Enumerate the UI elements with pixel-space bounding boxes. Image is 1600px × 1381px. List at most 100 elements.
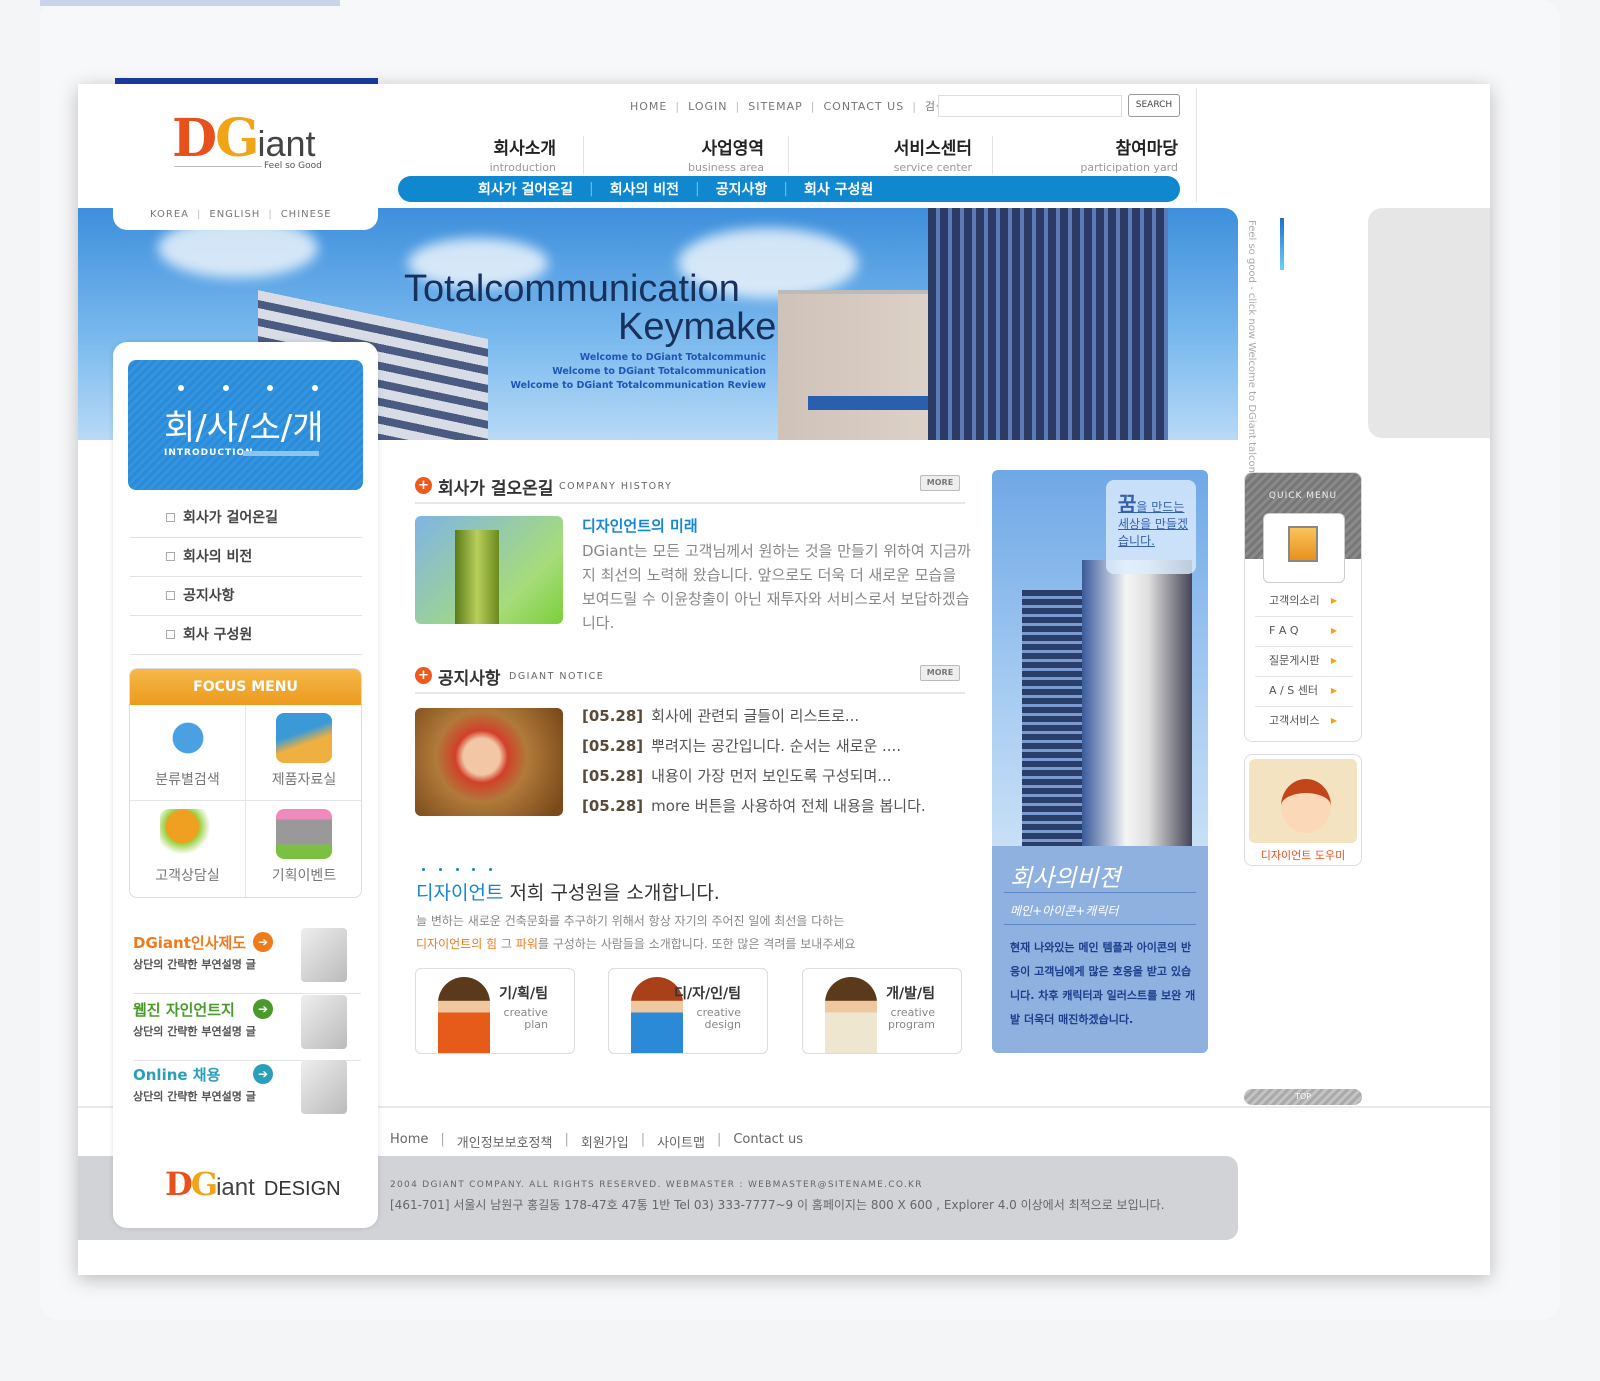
lang-korea[interactable]: KOREA bbox=[150, 209, 189, 220]
building-image bbox=[1022, 590, 1082, 850]
gnb-divider bbox=[788, 136, 789, 174]
title-dots bbox=[178, 385, 318, 391]
util-sitemap[interactable]: SITEMAP bbox=[748, 100, 803, 113]
subnav-members[interactable]: 회사 구성원 bbox=[804, 179, 873, 199]
focus-item-search[interactable]: 분류별검색 bbox=[130, 705, 246, 801]
triangle-right-icon: ▶ bbox=[1330, 656, 1337, 665]
subtitle-bar bbox=[243, 451, 319, 456]
footer-sitemap[interactable]: 사이트맵 bbox=[657, 1132, 705, 1151]
side-panel-stub bbox=[1368, 208, 1490, 438]
plus-icon: + bbox=[415, 477, 432, 494]
helper-button[interactable]: 디자이언트 도우미 bbox=[1244, 754, 1362, 866]
util-home[interactable]: HOME bbox=[630, 100, 667, 113]
bullet-icon bbox=[166, 591, 175, 600]
hero-welcome-2: Welcome to DGiant Totalcommunication bbox=[552, 366, 766, 377]
subnav-history[interactable]: 회사가 걸어온길 bbox=[478, 179, 573, 199]
footer-contact[interactable]: Contact us bbox=[733, 1132, 803, 1151]
vision-title: 회사의비젼 bbox=[1010, 864, 1121, 892]
search-button[interactable]: SEARCH bbox=[1128, 94, 1180, 117]
utility-nav: HOME | LOGIN | SITEMAP | CONTACT US | 검색 bbox=[630, 99, 948, 114]
background-bar bbox=[40, 0, 340, 6]
focus-item-consult[interactable]: 고객상담실 bbox=[130, 801, 246, 897]
sidebar-item-notice[interactable]: 공지사항 bbox=[130, 577, 362, 616]
lamp-icon bbox=[159, 809, 216, 859]
sidebar-title-box: 회/사/소/개 INTRODUCTION bbox=[128, 360, 363, 490]
triangle-right-icon: ▶ bbox=[1330, 716, 1337, 725]
triangle-right-icon: ▶ bbox=[1330, 626, 1337, 635]
footer-home[interactable]: Home bbox=[390, 1132, 428, 1151]
gnb-introduction[interactable]: 회사소개 introduction bbox=[376, 134, 556, 174]
gnb-business-area[interactable]: 사업영역 business area bbox=[584, 134, 764, 174]
subnav-vision[interactable]: 회사의 비전 bbox=[610, 179, 679, 199]
notice-image bbox=[415, 708, 563, 816]
search-input[interactable] bbox=[938, 95, 1122, 117]
computer-icon bbox=[301, 928, 347, 982]
quick-item-service[interactable]: 고객서비스 ▶ bbox=[1255, 707, 1353, 737]
vision-panel[interactable]: 꿈을 만드는 세상을 만들겠습니다. 회사의비젼 메인+아이콘+캐릭터 현재 나… bbox=[992, 470, 1208, 1053]
triangle-right-icon: ▶ bbox=[1330, 686, 1337, 695]
notice-more-button[interactable]: MORE bbox=[920, 665, 960, 681]
building-window bbox=[808, 396, 928, 410]
sidebar-item-vision[interactable]: 회사의 비전 bbox=[130, 538, 362, 577]
quick-item-voice[interactable]: 고객의소리 ▶ bbox=[1255, 587, 1353, 617]
sidebar-item-history[interactable]: 회사가 걸어온길 bbox=[130, 499, 362, 538]
footer-join[interactable]: 회원가입 bbox=[581, 1132, 629, 1151]
notice-item[interactable]: [05.28] 내용이 가장 먼저 보인도록 구성되며... bbox=[582, 765, 892, 786]
plant-stem bbox=[455, 530, 499, 624]
quick-item-qna[interactable]: 질문게시판 ▶ bbox=[1255, 647, 1353, 677]
quick-item-as[interactable]: A / S 센터 ▶ bbox=[1255, 677, 1353, 707]
history-more-button[interactable]: MORE bbox=[920, 475, 960, 491]
bullet-icon bbox=[166, 630, 175, 639]
hero-title-1: Totalcommunication bbox=[404, 268, 740, 310]
footer-nav: Home | 개인정보보호정책 | 회원가입 | 사이트맵 | Contact us bbox=[390, 1132, 804, 1151]
history-title[interactable]: 디자인언트의 미래 bbox=[582, 515, 698, 536]
quick-menu: QUICK MENU 고객의소리 ▶ F A Q ▶ 질문게시판 ▶ A / S 센터… bbox=[1244, 472, 1362, 742]
lang-chinese[interactable]: CHINESE bbox=[281, 209, 332, 220]
lang-english[interactable]: ENGLISH bbox=[209, 209, 260, 220]
bullet-icon bbox=[166, 552, 175, 561]
arrow-right-icon: ➔ bbox=[253, 1064, 273, 1084]
vision-subtitle: 메인+아이콘+캐릭터 bbox=[1010, 904, 1119, 918]
notice-item[interactable]: [05.28] 회사에 관련되 글들이 리스트로... bbox=[582, 705, 859, 726]
clipboard-pen-icon bbox=[301, 1060, 347, 1114]
sidebar-subtitle: INTRODUCTION bbox=[164, 448, 254, 458]
magnifier-globe-icon bbox=[159, 713, 216, 763]
gnb-participation[interactable]: 참여마당 participation yard bbox=[998, 134, 1178, 174]
divider bbox=[1004, 924, 1196, 925]
logo-tagline: Feel so Good bbox=[262, 161, 324, 171]
staff-desc-2: 디자이언트의 힘 그 파워를 구성하는 사람들을 소개합니다. 또한 많은 격려… bbox=[416, 937, 856, 951]
gnb-service-center[interactable]: 서비스센터 service center bbox=[792, 134, 972, 174]
notice-section-header: + 공지사항 DGIANT NOTICE MORE bbox=[415, 664, 965, 694]
util-login[interactable]: LOGIN bbox=[688, 100, 727, 113]
notice-item[interactable]: [05.28] 뿌려지는 공간입니다. 순서는 새로운 .... bbox=[582, 735, 901, 756]
focus-item-event[interactable]: 기획이벤트 bbox=[246, 801, 361, 897]
sidebar-item-members[interactable]: 회사 구성원 bbox=[130, 616, 362, 655]
logo[interactable]: DGiant bbox=[172, 108, 316, 169]
subnav-notice[interactable]: 공지사항 bbox=[716, 179, 768, 199]
header-divider bbox=[1196, 88, 1197, 202]
team-subtitle: creative program bbox=[888, 1006, 935, 1031]
computer-icon bbox=[1263, 513, 1345, 583]
top-button[interactable]: TOP bbox=[1244, 1089, 1362, 1105]
arrow-right-icon: ➔ bbox=[253, 932, 273, 952]
footer-privacy[interactable]: 개인정보보호정책 bbox=[457, 1132, 553, 1151]
vision-body: 현재 나와있는 메인 템플과 아이콘의 반응이 고객님에게 많은 호응을 받고 … bbox=[1010, 941, 1196, 1026]
util-contact[interactable]: CONTACT US bbox=[823, 100, 904, 113]
hero-title-2: Keymake bbox=[618, 306, 777, 348]
focus-item-archive[interactable]: 제품자료실 bbox=[246, 705, 361, 801]
staff-title: 디자이언트 저희 구성원을 소개합니다. bbox=[416, 882, 720, 904]
history-body: DGiant는 모든 고객님께서 원하는 것을 만들기 위하여 지금까지 최선의… bbox=[582, 542, 971, 632]
divider bbox=[1004, 892, 1196, 893]
team-card-design[interactable]: 디/자/인/팀 creative design bbox=[608, 968, 768, 1054]
focus-menu: FOCUS MENU 분류별검색 제품자료실 고객상담실 기획이벤트 bbox=[129, 668, 362, 898]
notice-item[interactable]: [05.28] more 버튼을 사용하여 전체 내용을 봅니다. bbox=[582, 795, 926, 816]
promo-webzine[interactable]: 웹진 자인언트지 ➔ 상단의 간략한 부연설명 글 bbox=[133, 995, 361, 1061]
plus-icon: + bbox=[415, 667, 432, 684]
promo-online-recruit[interactable]: Online 채용 ➔ 상단의 간략한 부연설명 글 bbox=[133, 1060, 361, 1126]
team-card-planning[interactable]: 기/획/팀 creative plan bbox=[415, 968, 575, 1054]
books-icon bbox=[276, 713, 332, 763]
promo-hr-system[interactable]: DGiant인사제도 ➔ 상단의 간략한 부연설명 글 bbox=[133, 928, 361, 994]
quick-item-faq[interactable]: F A Q ▶ bbox=[1255, 617, 1353, 647]
team-card-development[interactable]: 개/발/팀 creative program bbox=[802, 968, 962, 1054]
castle-icon bbox=[276, 809, 332, 859]
